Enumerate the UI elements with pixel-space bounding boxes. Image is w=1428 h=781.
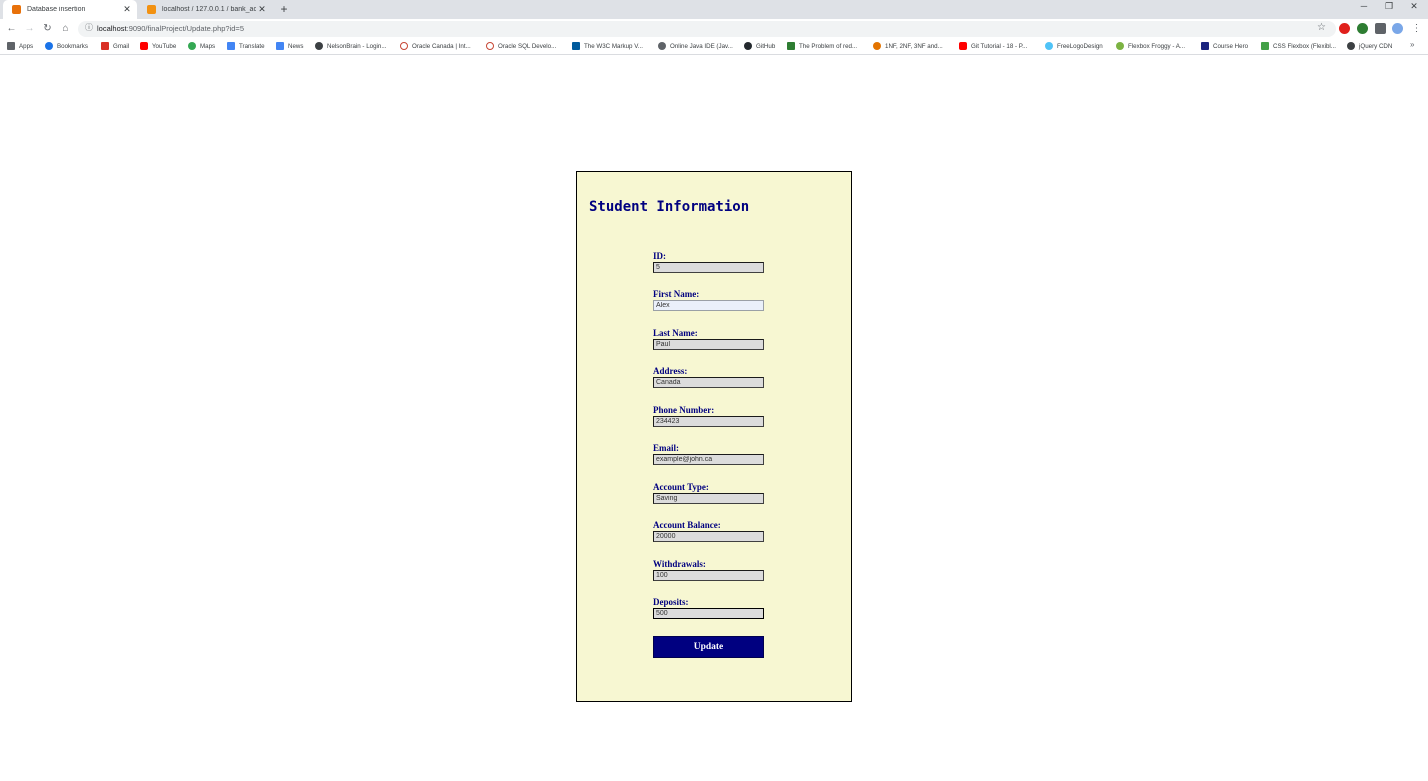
- bookmark-bookmarks[interactable]: Bookmarks: [45, 40, 88, 52]
- logo-design-icon: [1045, 42, 1053, 50]
- bookmark-translate[interactable]: Translate: [227, 40, 265, 52]
- gfg-icon: [787, 42, 795, 50]
- shield-extension-icon[interactable]: [1357, 23, 1368, 34]
- new-tab-icon[interactable]: +: [277, 2, 291, 16]
- withdrawals-field[interactable]: [653, 570, 764, 581]
- bookmark-gmail[interactable]: Gmail: [101, 40, 129, 52]
- bookmark-freelogodesign[interactable]: FreeLogoDesign: [1045, 40, 1103, 52]
- forward-icon[interactable]: →: [22, 21, 37, 36]
- address-label: Address:: [653, 366, 688, 376]
- url-text[interactable]: localhost:9090/finalProject/Update.php?i…: [97, 23, 244, 35]
- gmail-icon: [101, 42, 109, 50]
- phone-number-label: Phone Number:: [653, 405, 715, 415]
- bookmark-star-icon[interactable]: ☆: [1317, 22, 1326, 33]
- email-label: Email:: [653, 443, 679, 453]
- back-icon[interactable]: ←: [4, 21, 19, 36]
- tab-phpmyadmin[interactable]: localhost / 127.0.0.1 / bank_acco ✕: [138, 0, 272, 19]
- bookmark-problem-of-red[interactable]: The Problem of red...: [787, 40, 857, 52]
- address-bar[interactable]: [78, 21, 1336, 37]
- last-name-field[interactable]: [653, 339, 764, 350]
- apps-grid-icon: [7, 42, 15, 50]
- first-name-label: First Name:: [653, 289, 700, 299]
- account-type-label: Account Type:: [653, 482, 709, 492]
- close-tab-icon[interactable]: ✕: [121, 4, 133, 15]
- withdrawals-label: Withdrawals:: [653, 559, 706, 569]
- oracle-icon: [400, 42, 408, 50]
- reload-icon[interactable]: ↻: [40, 21, 55, 36]
- bookmark-oracle-sql[interactable]: Oracle SQL Develo...: [486, 40, 556, 52]
- restore-icon[interactable]: ❐: [1382, 1, 1396, 12]
- bookmark-jquery-cdn[interactable]: jQuery CDN: [1347, 40, 1392, 52]
- phone-number-field[interactable]: [653, 416, 764, 427]
- bookmark-nelsonbrain[interactable]: NelsonBrain - Login...: [315, 40, 387, 52]
- youtube-icon: [959, 42, 967, 50]
- account-balance-label: Account Balance:: [653, 520, 721, 530]
- tab-strip: Database insertion ✕ localhost / 127.0.0…: [0, 0, 1428, 19]
- address-field[interactable]: [653, 377, 764, 388]
- email-field[interactable]: [653, 454, 764, 465]
- account-type-field[interactable]: [653, 493, 764, 504]
- star-icon: [45, 42, 53, 50]
- bookmark-maps[interactable]: Maps: [188, 40, 215, 52]
- bookmark-apps[interactable]: Apps: [7, 40, 33, 52]
- bookmark-oracle-canada[interactable]: Oracle Canada | Int...: [400, 40, 471, 52]
- github-icon: [744, 42, 752, 50]
- close-window-icon[interactable]: ✕: [1407, 1, 1421, 12]
- google-icon: [188, 42, 196, 50]
- account-balance-field[interactable]: [653, 531, 764, 542]
- bookmark-css-flexbox[interactable]: CSS Flexbox (Flexibl...: [1261, 40, 1336, 52]
- update-button[interactable]: Update: [653, 636, 764, 658]
- id-field[interactable]: [653, 262, 764, 273]
- bookmark-normal-forms[interactable]: 1NF, 2NF, 3NF and...: [873, 40, 943, 52]
- news-icon: [276, 42, 284, 50]
- extensions-puzzle-icon[interactable]: [1375, 23, 1386, 34]
- tab-title: localhost / 127.0.0.1 / bank_acco: [162, 6, 256, 13]
- id-label: ID:: [653, 251, 666, 261]
- more-bookmarks-icon[interactable]: »: [1410, 40, 1414, 49]
- w3schools-icon: [1261, 42, 1269, 50]
- bookmark-online-java[interactable]: Online Java IDE (Jav...: [658, 40, 733, 52]
- w3c-icon: [572, 42, 580, 50]
- oracle-icon: [486, 42, 494, 50]
- opera-extension-icon[interactable]: [1339, 23, 1350, 34]
- phpmyadmin-favicon-icon: [147, 5, 156, 14]
- tab-title: Database insertion: [27, 6, 86, 13]
- deposits-label: Deposits:: [653, 597, 689, 607]
- first-name-field[interactable]: [653, 300, 764, 311]
- bookmark-github[interactable]: GitHub: [744, 40, 775, 52]
- globe-icon: [315, 42, 323, 50]
- deposits-field[interactable]: [653, 608, 764, 619]
- last-name-label: Last Name:: [653, 328, 698, 338]
- course-hero-icon: [1201, 42, 1209, 50]
- globe-icon: [1347, 42, 1355, 50]
- menu-kebab-icon[interactable]: ⋮: [1409, 21, 1424, 36]
- bookmark-news[interactable]: News: [276, 40, 303, 52]
- student-info-card: Student Information ID: First Name: Last…: [576, 171, 852, 702]
- page-title: Student Information: [589, 199, 750, 215]
- code-icon: [658, 42, 666, 50]
- close-tab-icon[interactable]: ✕: [256, 4, 268, 15]
- translate-icon: [227, 42, 235, 50]
- tutorial-icon: [873, 42, 881, 50]
- bookmark-w3c[interactable]: The W3C Markup V...: [572, 40, 643, 52]
- site-info-icon[interactable]: ⓘ: [84, 23, 94, 33]
- profile-avatar-icon[interactable]: [1392, 23, 1403, 34]
- bookmark-flexbox-froggy[interactable]: Flexbox Froggy - A...: [1116, 40, 1185, 52]
- home-icon[interactable]: ⌂: [58, 21, 73, 36]
- youtube-icon: [140, 42, 148, 50]
- tab-database-insertion[interactable]: Database insertion ✕: [3, 0, 137, 19]
- bookmark-git-tutorial[interactable]: Git Tutorial - 18 - P...: [959, 40, 1027, 52]
- page-favicon-icon: [12, 5, 21, 14]
- minimize-icon[interactable]: ─: [1357, 1, 1371, 11]
- bookmark-youtube[interactable]: YouTube: [140, 40, 176, 52]
- bookmark-course-hero[interactable]: Course Hero: [1201, 40, 1248, 52]
- frog-icon: [1116, 42, 1124, 50]
